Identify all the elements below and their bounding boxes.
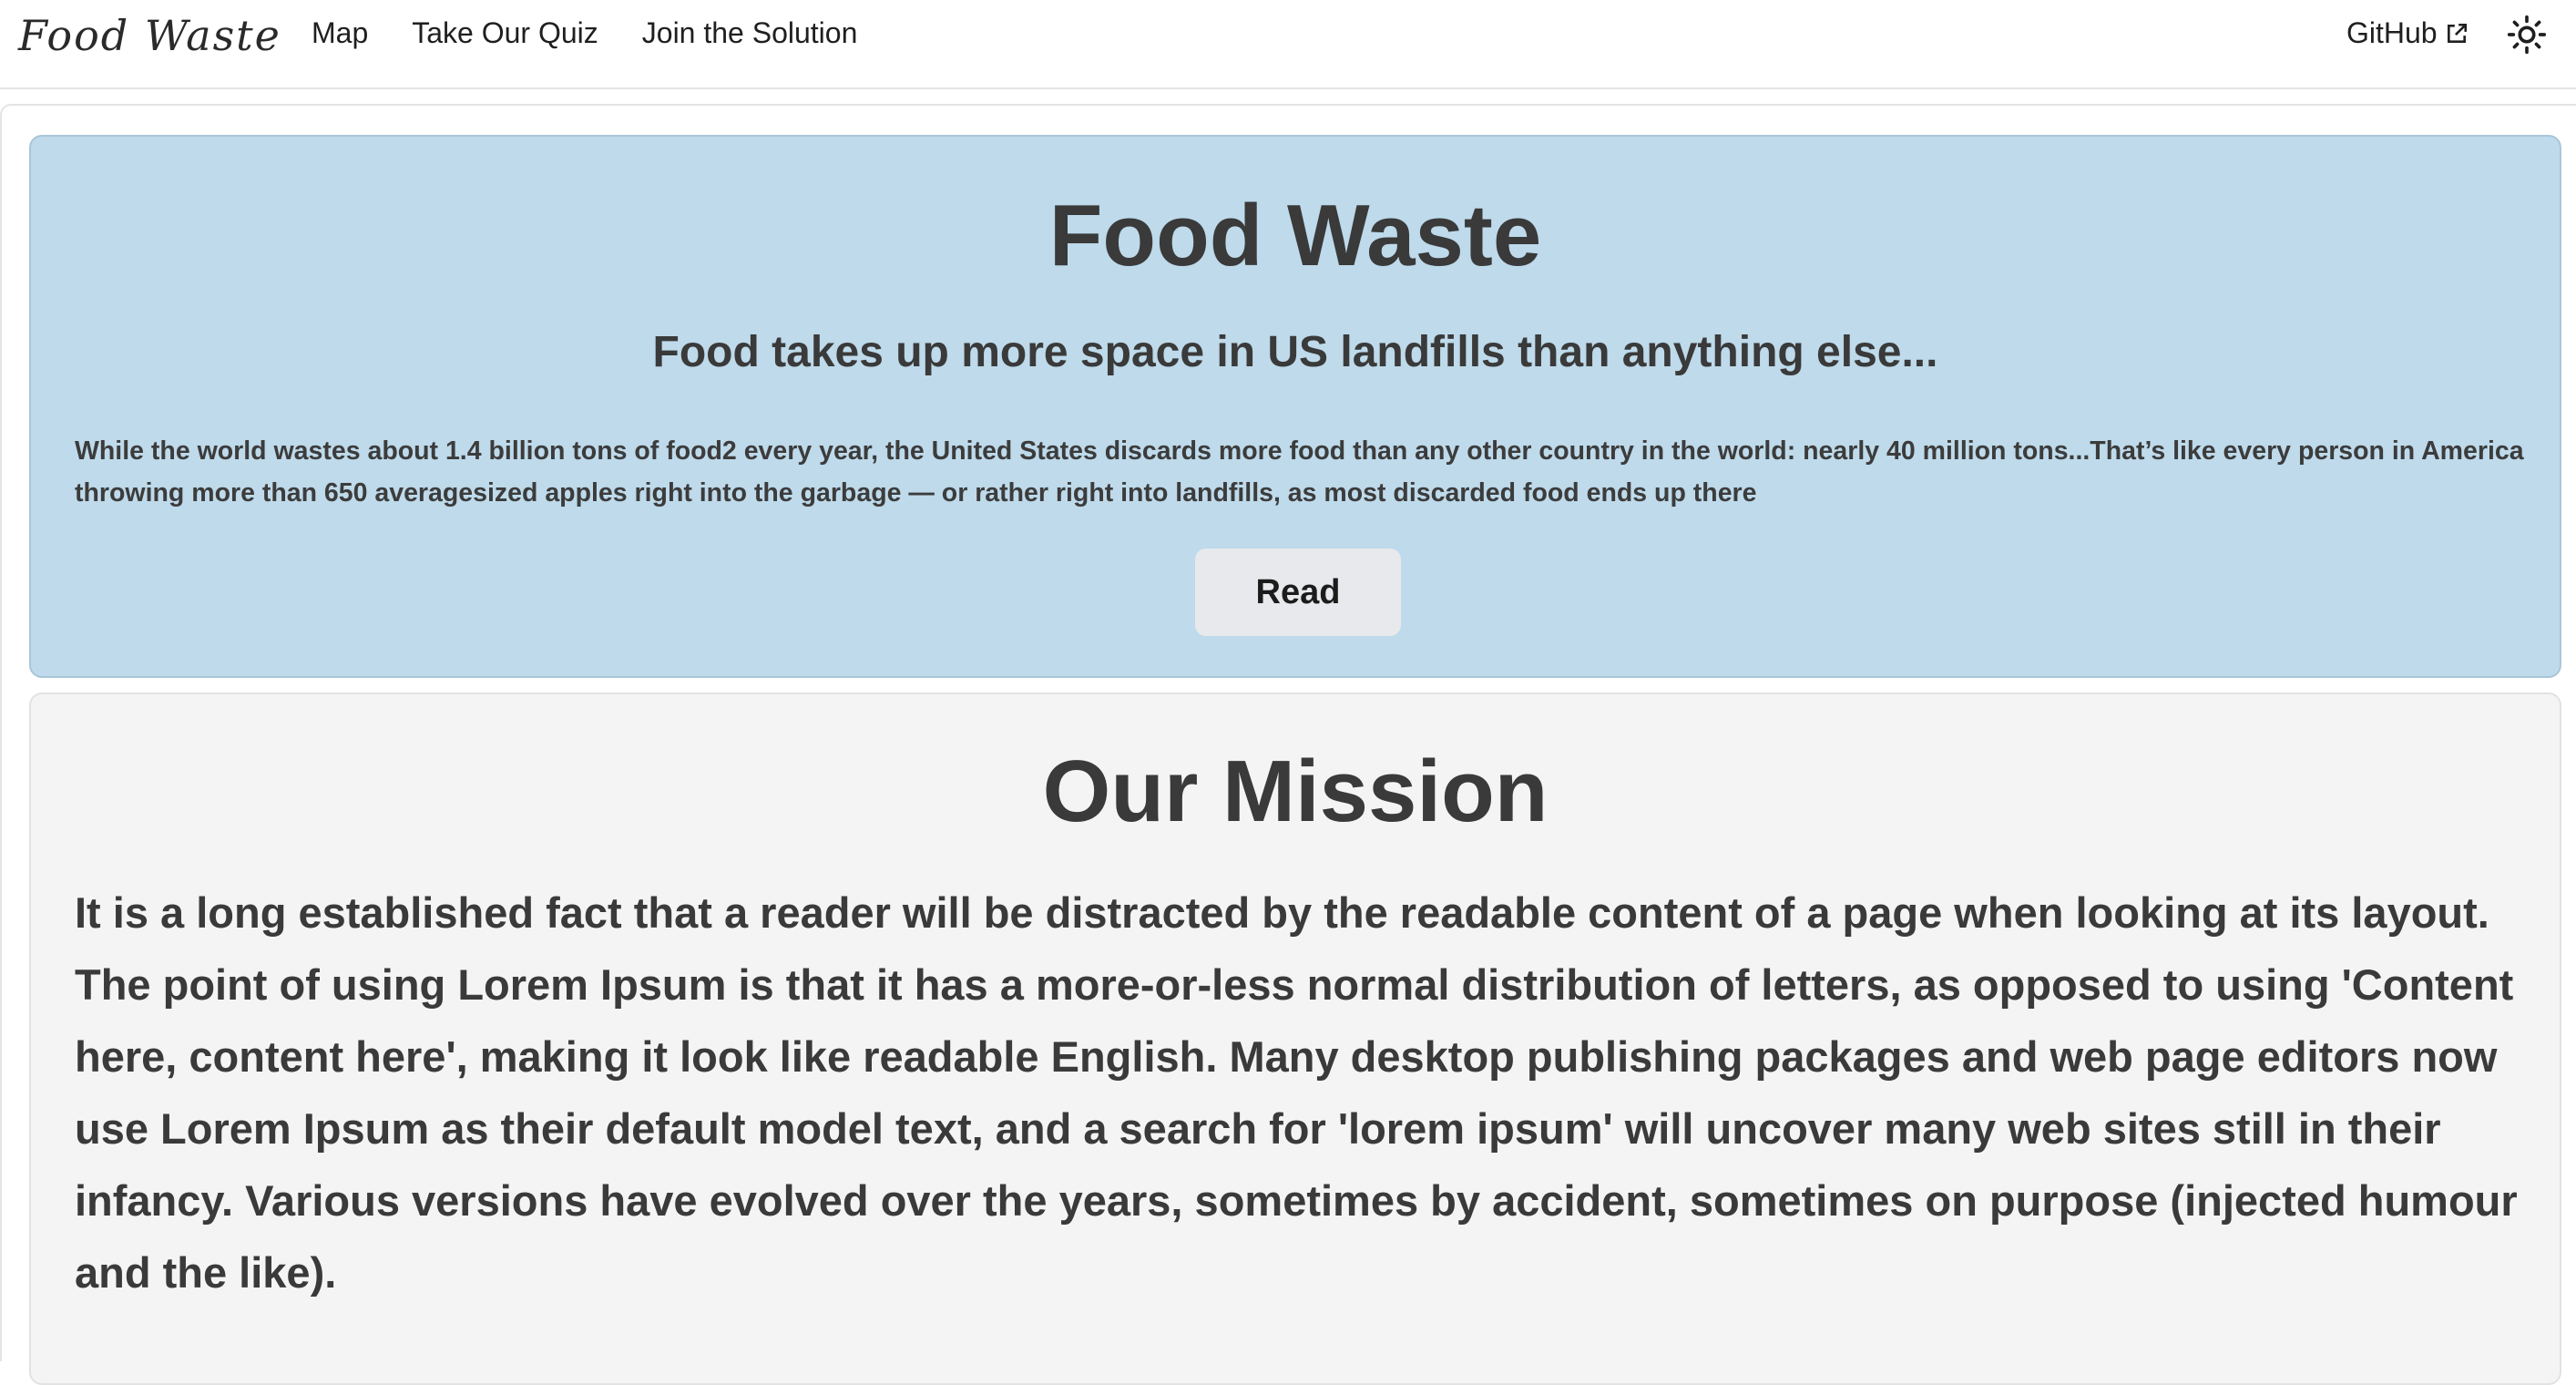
hero-title: Food Waste [1048,187,1542,284]
hero-card: Food Waste Food takes up more space in U… [29,135,2561,678]
hero-text: While the world wastes about 1.4 billion… [75,436,2524,508]
nav-link-join[interactable]: Join the Solution [642,16,858,50]
read-button[interactable]: Read [1195,549,1401,636]
mission-card: Our Mission It is a long established fac… [29,692,2561,1385]
external-link-icon [2447,23,2467,43]
brand-logo[interactable]: Food Waste [18,11,281,60]
hero-subtitle: Food takes up more space in US landfills… [652,328,1938,376]
mission-title: Our Mission [1042,743,1549,840]
nav-links: Map Take Our Quiz Join the Solution [312,16,857,50]
navbar: Food Waste Map Take Our Quiz Join the So… [0,0,2576,89]
nav-link-quiz[interactable]: Take Our Quiz [412,16,598,50]
nav-link-map[interactable]: Map [312,16,368,50]
sun-icon[interactable] [2507,15,2547,55]
mission-text: It is a long established fact that a rea… [75,888,2518,1297]
github-link-label: GitHub [2346,16,2438,49]
github-link[interactable]: GitHub [2346,16,2469,50]
